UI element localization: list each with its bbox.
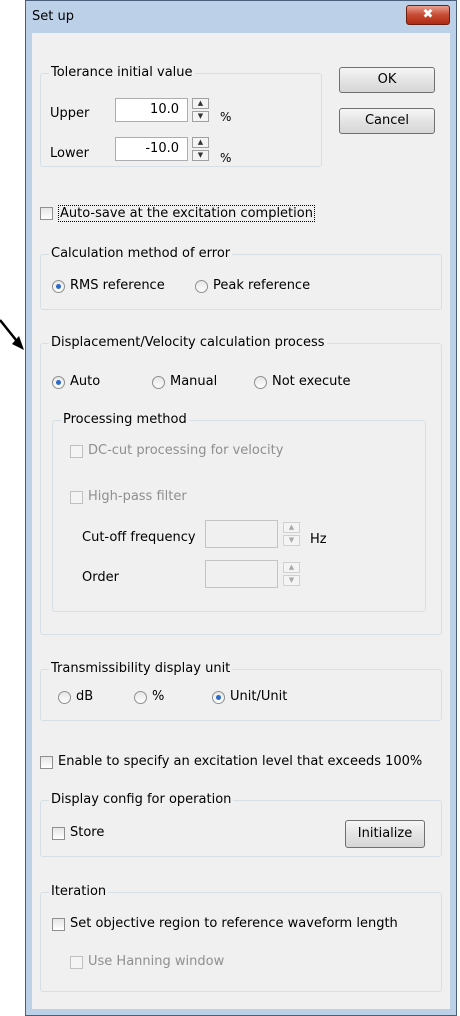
cutoff-unit: Hz <box>310 532 327 547</box>
upper-unit: % <box>220 110 232 124</box>
rms-reference-radio[interactable] <box>52 280 65 293</box>
unit-unit-label[interactable]: Unit/Unit <box>230 689 287 704</box>
dc-cut-label[interactable]: DC-cut processing for velocity <box>88 443 283 458</box>
iteration-group: Iteration <box>40 884 442 992</box>
order-label: Order <box>82 570 119 585</box>
objective-region-checkbox[interactable] <box>52 918 65 931</box>
dialog-client: Tolerance initial value Upper 10.0 ▲ ▼ %… <box>32 33 450 1009</box>
autosave-checkbox[interactable] <box>40 207 53 220</box>
db-label[interactable]: dB <box>76 689 93 704</box>
spin-down-icon[interactable]: ▼ <box>283 575 300 586</box>
display-config-group-label: Display config for operation <box>49 792 234 807</box>
unit-unit-radio[interactable] <box>212 691 225 704</box>
spin-up-icon[interactable]: ▲ <box>192 98 209 109</box>
lower-unit: % <box>220 151 232 165</box>
lower-input[interactable]: -10.0 <box>115 137 188 161</box>
spin-down-icon[interactable]: ▼ <box>192 111 209 122</box>
auto-label[interactable]: Auto <box>70 374 100 389</box>
hanning-label[interactable]: Use Hanning window <box>88 954 224 969</box>
order-input[interactable] <box>205 560 278 588</box>
spin-up-icon[interactable]: ▲ <box>192 137 209 148</box>
tolerance-group-label: Tolerance initial value <box>49 65 195 80</box>
exceed-checkbox[interactable] <box>40 756 53 769</box>
hanning-checkbox[interactable] <box>70 956 83 969</box>
peak-reference-label[interactable]: Peak reference <box>213 278 310 293</box>
ok-button[interactable]: OK <box>339 67 435 93</box>
highpass-checkbox[interactable] <box>70 491 83 504</box>
close-icon: ✖ <box>422 7 434 22</box>
processing-method-group-label: Processing method <box>61 412 189 427</box>
rms-reference-label[interactable]: RMS reference <box>70 278 165 293</box>
window-title: Set up <box>32 9 74 24</box>
auto-radio[interactable] <box>52 376 65 389</box>
calc-error-group-label: Calculation method of error <box>49 246 233 261</box>
cancel-button[interactable]: Cancel <box>339 108 435 134</box>
percent-radio[interactable] <box>134 691 147 704</box>
lower-spinner[interactable]: ▲ ▼ <box>192 137 209 161</box>
order-spinner[interactable]: ▲ ▼ <box>283 562 300 586</box>
manual-label[interactable]: Manual <box>170 374 217 389</box>
upper-input[interactable]: 10.0 <box>115 98 188 122</box>
transmissibility-group-label: Transmissibility display unit <box>49 661 233 676</box>
cutoff-label: Cut-off frequency <box>82 530 196 545</box>
close-button[interactable]: ✖ <box>406 5 450 25</box>
setup-dialog: Set up ✖ Tolerance initial value Upper 1… <box>25 0 457 1016</box>
dc-cut-checkbox[interactable] <box>70 445 83 458</box>
autosave-label[interactable]: Auto-save at the excitation completion <box>58 205 315 222</box>
iteration-group-label: Iteration <box>49 884 109 899</box>
spin-up-icon[interactable]: ▲ <box>283 522 300 533</box>
title-bar: Set up ✖ <box>26 1 456 33</box>
spin-up-icon[interactable]: ▲ <box>283 562 300 573</box>
db-radio[interactable] <box>58 691 71 704</box>
spin-down-icon[interactable]: ▼ <box>192 150 209 161</box>
store-checkbox[interactable] <box>52 827 65 840</box>
lower-label: Lower <box>50 146 89 161</box>
percent-label[interactable]: % <box>152 689 164 704</box>
exceed-label[interactable]: Enable to specify an excitation level th… <box>58 754 422 769</box>
upper-spinner[interactable]: ▲ ▼ <box>192 98 209 122</box>
cutoff-spinner[interactable]: ▲ ▼ <box>283 522 300 546</box>
spin-down-icon[interactable]: ▼ <box>283 535 300 546</box>
not-execute-label[interactable]: Not execute <box>272 374 350 389</box>
objective-region-label[interactable]: Set objective region to reference wavefo… <box>70 916 398 931</box>
peak-reference-radio[interactable] <box>195 280 208 293</box>
cutoff-input[interactable] <box>205 520 278 548</box>
upper-label: Upper <box>50 106 90 121</box>
not-execute-radio[interactable] <box>254 376 267 389</box>
store-label[interactable]: Store <box>70 825 104 840</box>
initialize-button[interactable]: Initialize <box>345 820 425 848</box>
manual-radio[interactable] <box>152 376 165 389</box>
highpass-label[interactable]: High-pass filter <box>88 489 187 504</box>
displacement-group-label: Displacement/Velocity calculation proces… <box>49 335 327 350</box>
